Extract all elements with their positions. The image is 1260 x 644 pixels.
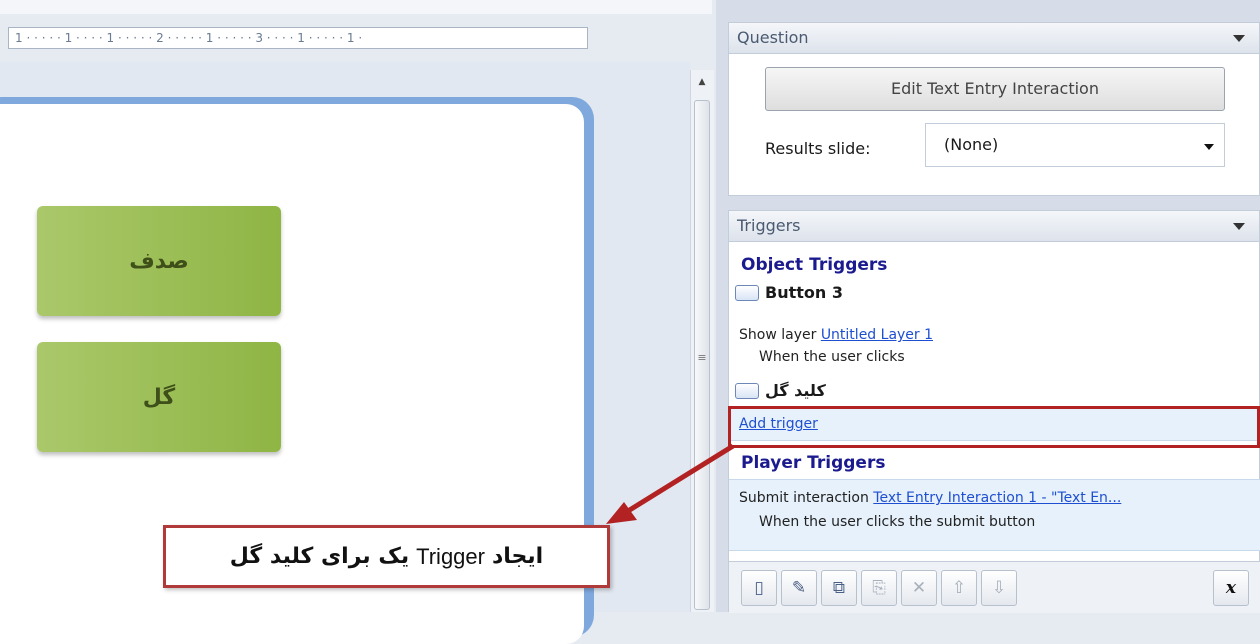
chevron-down-icon[interactable]: [1204, 144, 1214, 150]
layer-link[interactable]: Untitled Layer 1: [821, 327, 933, 343]
interaction-link[interactable]: Text Entry Interaction 1 - "Text En...: [873, 490, 1121, 506]
question-panel-title: Question: [737, 28, 809, 47]
slide-button-sadaf[interactable]: صدف: [37, 206, 281, 316]
trigger-action: Show layer: [739, 327, 817, 343]
trigger-submit: Submit interaction Text Entry Interactio…: [739, 490, 1121, 506]
results-slide-dropdown[interactable]: (None): [925, 123, 1225, 167]
copy-icon[interactable]: ⧉: [821, 570, 857, 606]
object-name: Button 3: [765, 283, 843, 302]
scroll-up-arrow-icon[interactable]: ▲: [691, 72, 713, 92]
slide-button-gol[interactable]: گل: [37, 342, 281, 452]
variables-icon[interactable]: x: [1213, 570, 1249, 606]
move-up-icon[interactable]: ⇧: [941, 570, 977, 606]
object-triggers-heading: Object Triggers: [741, 255, 888, 275]
collapse-arrow-icon[interactable]: [1233, 35, 1245, 42]
paste-icon[interactable]: ⎘: [861, 570, 897, 606]
player-trigger-row[interactable]: Submit interaction Text Entry Interactio…: [729, 479, 1260, 551]
question-panel: Question Edit Text Entry Interaction Res…: [728, 22, 1260, 196]
scroll-thumb[interactable]: ≡: [694, 100, 710, 610]
horizontal-ruler: 1 · · · · · 1 · · · · 1 · · · · · 2 · · …: [8, 27, 588, 49]
results-slide-label: Results slide:: [765, 139, 871, 158]
player-triggers-heading: Player Triggers: [741, 453, 886, 473]
edit-text-entry-interaction-button[interactable]: Edit Text Entry Interaction: [765, 67, 1225, 111]
annotation-callout: ایجاد Trigger یک برای کلید گل: [163, 525, 610, 588]
triggers-panel-title: Triggers: [737, 216, 801, 235]
slide-button-label: گل: [142, 384, 176, 410]
button-object-icon: [735, 382, 759, 399]
trigger-show-layer[interactable]: Show layer Untitled Layer 1: [739, 327, 933, 343]
object-name: کلید گل: [765, 381, 826, 400]
delete-icon[interactable]: ✕: [901, 570, 937, 606]
move-down-icon[interactable]: ⇩: [981, 570, 1017, 606]
trigger-object-key-gol[interactable]: کلید گل: [735, 381, 826, 400]
trigger-action: Submit interaction: [739, 490, 869, 506]
window-top-strip: [0, 0, 712, 14]
new-trigger-icon[interactable]: ▯: [741, 570, 777, 606]
question-panel-header[interactable]: Question: [729, 23, 1259, 54]
triggers-toolbar: ▯ ✎ ⧉ ⎘ ✕ ⇧ ⇩ x: [729, 561, 1260, 613]
scroll-grip-icon: ≡: [697, 351, 707, 364]
results-slide-value: (None): [944, 135, 999, 154]
callout-text-bold-end: یک برای کلید گل: [229, 544, 410, 569]
vertical-scrollbar[interactable]: ▲ ≡: [690, 70, 714, 612]
triggers-panel-header[interactable]: Triggers: [729, 211, 1259, 242]
add-trigger-highlight-box: [728, 406, 1260, 448]
callout-text-trigger: Trigger: [416, 543, 485, 569]
edit-trigger-icon[interactable]: ✎: [781, 570, 817, 606]
trigger-condition: When the user clicks the submit button: [759, 514, 1036, 530]
callout-text-bold-start: ایجاد: [491, 544, 544, 569]
trigger-object-button3[interactable]: Button 3: [735, 283, 843, 302]
collapse-arrow-icon[interactable]: [1233, 223, 1245, 230]
button-object-icon: [735, 284, 759, 301]
trigger-condition: When the user clicks: [759, 349, 905, 365]
slide-button-label: صدف: [129, 248, 189, 274]
